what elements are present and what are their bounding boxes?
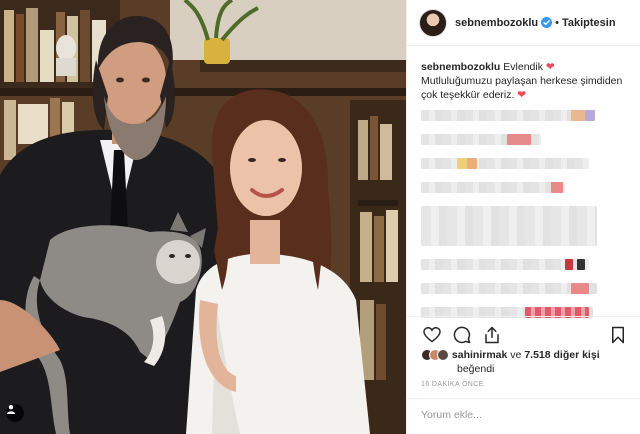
photo-illustration <box>0 0 406 434</box>
like-button[interactable] <box>421 324 443 346</box>
comment-input[interactable] <box>421 409 627 421</box>
comment-box <box>407 398 640 434</box>
avatar[interactable] <box>419 8 447 37</box>
liker-avatars <box>421 349 449 362</box>
following-button[interactable]: Takiptesin <box>562 17 616 29</box>
post-header: sebnembozoklu • Takiptesin <box>407 0 640 46</box>
post-caption: sebnembozoklu Evlendik ❤ Mutluluğumuzu p… <box>407 46 640 102</box>
heart-outline-icon <box>423 326 441 342</box>
comment-bubble-icon <box>453 326 471 343</box>
liked-label: beğendi <box>457 363 495 375</box>
caption-line-1: Evlendik <box>503 61 543 73</box>
blurred-comment <box>421 158 589 169</box>
caption-line-2: Mutluluğumuzu paylaşan herkese şimdiden <box>421 75 623 87</box>
likes-count[interactable]: 7.518 diğer kişi <box>524 349 599 361</box>
user-silhouette-icon <box>7 405 15 414</box>
likes-connector: ve <box>510 349 522 361</box>
likes-summary: sahinirmak ve 7.518 diğer kişi beğendi <box>421 348 631 376</box>
save-button[interactable] <box>607 324 629 346</box>
post-side-panel: sebnembozoklu • Takiptesin sebnembozoklu… <box>406 0 640 434</box>
red-heart-icon: ❤ <box>517 89 527 101</box>
caption-username[interactable]: sebnembozoklu <box>421 61 500 73</box>
blurred-comment <box>421 283 597 294</box>
user-tag-icon[interactable] <box>6 404 24 422</box>
post-photo[interactable] <box>0 0 406 434</box>
bookmark-icon <box>612 326 624 343</box>
blurred-comment <box>421 206 597 246</box>
caption-line-3: çok teşekkür ederiz. <box>421 89 515 101</box>
blurred-comment <box>421 259 589 270</box>
red-heart-icon: ❤ <box>545 61 555 73</box>
verified-badge-icon <box>541 17 553 28</box>
post-timestamp[interactable]: 16 DAKİKA ÖNCE <box>421 381 484 388</box>
comment-button[interactable] <box>451 324 473 346</box>
separator-dot: • <box>555 16 559 29</box>
blurred-comment <box>421 182 565 193</box>
liker-username[interactable]: sahinirmak <box>452 349 507 361</box>
blurred-comment <box>421 110 595 121</box>
username[interactable]: sebnembozoklu <box>455 17 538 29</box>
share-button[interactable] <box>481 324 503 346</box>
comments-list <box>407 102 640 318</box>
blurred-comment <box>421 134 541 145</box>
share-icon <box>485 326 499 343</box>
post-actions <box>407 316 640 352</box>
